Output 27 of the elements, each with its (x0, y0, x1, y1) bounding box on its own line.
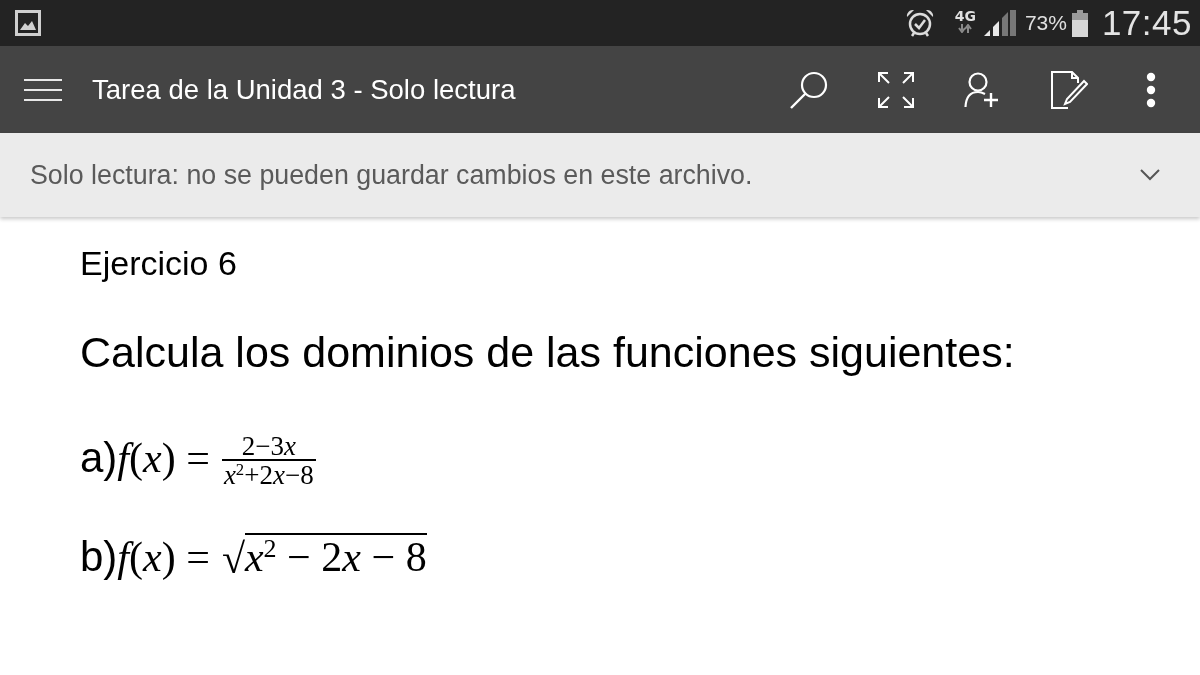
banner-message: Solo lectura: no se pueden guardar cambios en este archivo. (30, 159, 753, 191)
battery-percentage: 73% (1024, 11, 1067, 35)
clock-time: 17:45 (1101, 3, 1192, 43)
expand-arrows-icon[interactable] (878, 71, 914, 108)
data-arrows-icon (958, 24, 973, 33)
more-options-icon[interactable] (1146, 71, 1156, 108)
menu-icon[interactable] (24, 78, 62, 101)
function-expression: f(x) = (117, 434, 210, 482)
radicand: x$^{2}$ − 2x − 8 (244, 533, 427, 579)
alarm-clock-icon (904, 8, 935, 38)
item-label: a) (80, 434, 118, 482)
battery-icon (1071, 9, 1088, 37)
edit-document-icon[interactable] (1050, 70, 1088, 109)
network-type-label: 4G (954, 9, 976, 24)
search-icon[interactable] (790, 70, 828, 109)
chevron-down-icon[interactable] (1140, 169, 1160, 181)
add-person-icon[interactable] (964, 71, 1000, 108)
exercise-heading: Ejercicio 6 (80, 243, 237, 283)
fraction-denominator: x$^{2}$+2x−8 (222, 461, 315, 489)
gallery-icon (15, 10, 41, 36)
item-label: b) (80, 533, 118, 581)
fraction-numerator: 2−3x (221, 433, 316, 461)
exercise-prompt: Calcula los dominios de las funciones siguientes: (80, 327, 1015, 377)
signal-icon (983, 10, 1016, 36)
radical-sign: √ (221, 535, 245, 583)
function-expression: f(x) = (117, 533, 210, 581)
document-title: Tarea de la Unidad 3 - Solo lectura (92, 73, 516, 106)
